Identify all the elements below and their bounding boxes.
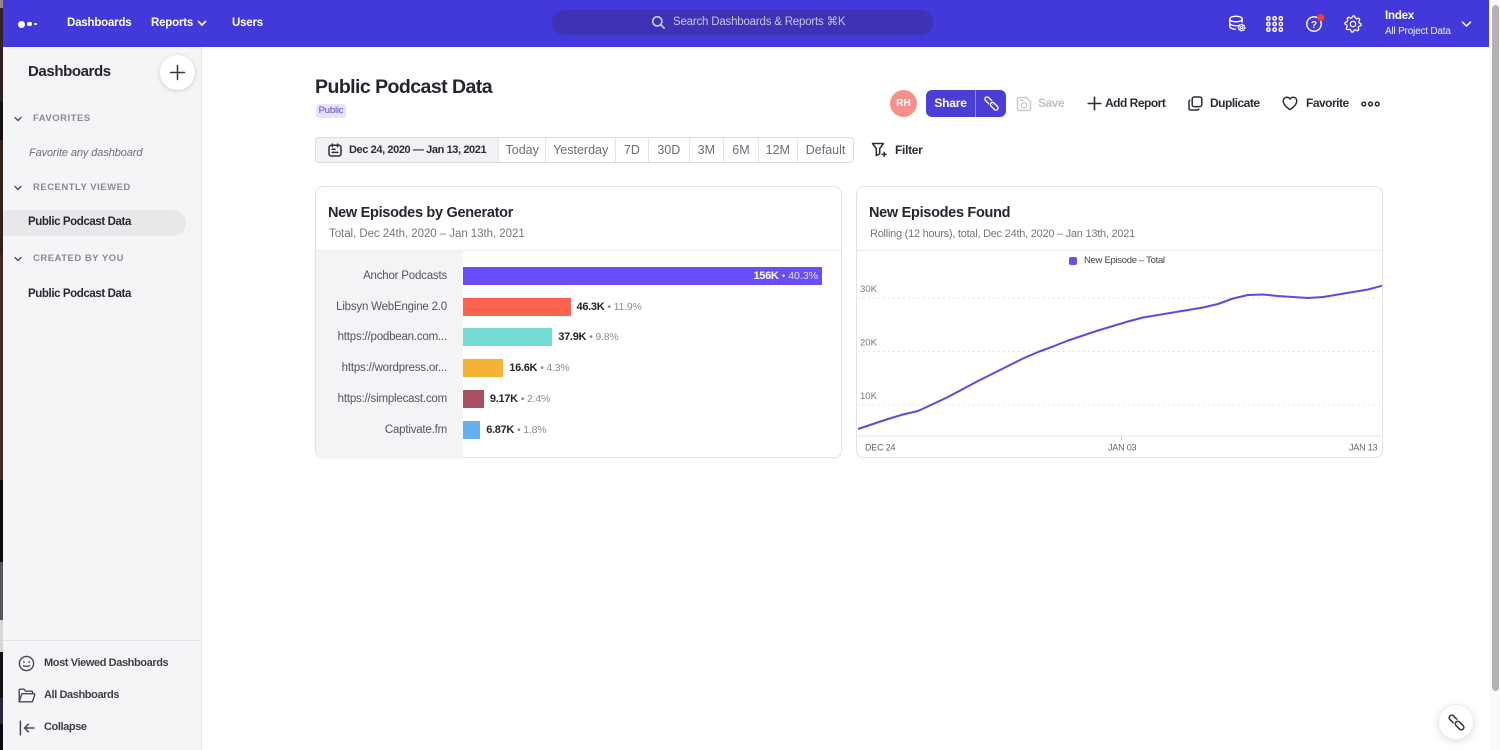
svg-text:JAN 13: JAN 13 [1349,443,1378,453]
svg-text:?: ? [1311,20,1317,31]
svg-text:DEC 24: DEC 24 [865,443,896,453]
svg-text:30K: 30K [860,284,878,295]
svg-text:20K: 20K [860,338,878,349]
svg-text:JAN 03: JAN 03 [1108,443,1137,453]
svg-text:10K: 10K [860,391,878,402]
